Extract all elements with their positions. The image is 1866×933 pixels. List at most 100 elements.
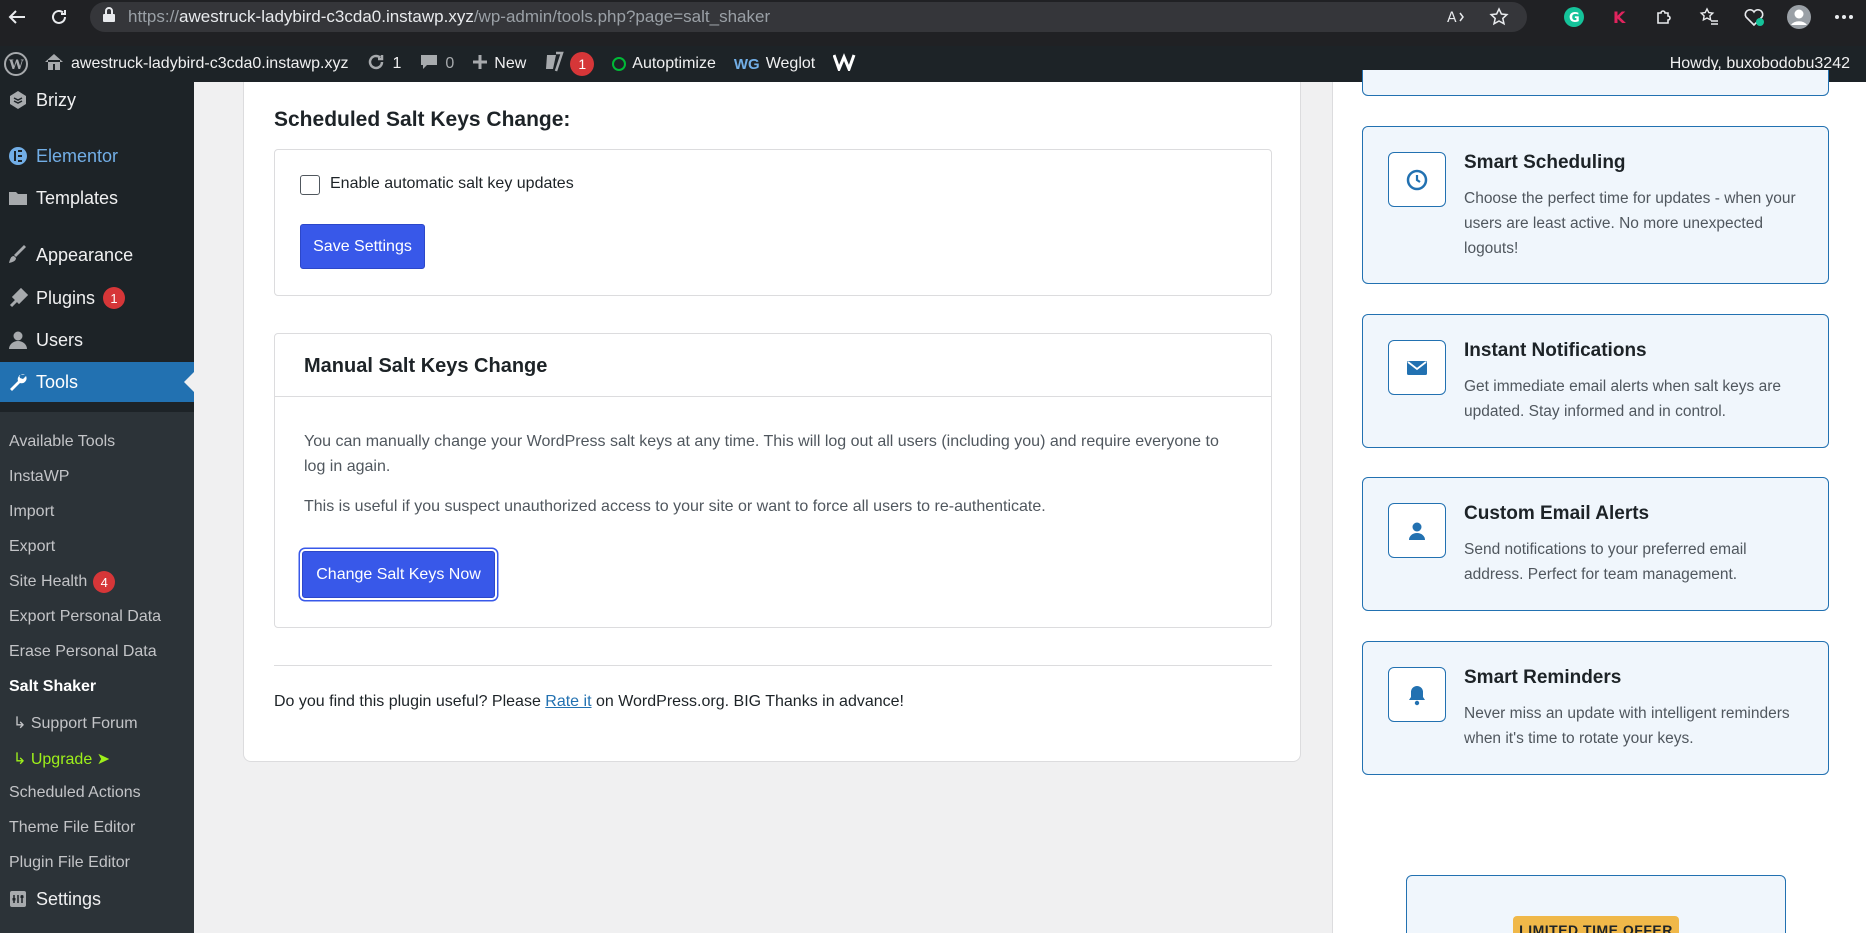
- submenu-plugin-file-editor[interactable]: Plugin File Editor: [9, 854, 130, 872]
- submenu-site-health[interactable]: Site Health 4: [9, 571, 116, 593]
- sidebar-item-appearance[interactable]: Appearance: [0, 235, 194, 275]
- manual-section-title: Manual Salt Keys Change: [304, 355, 548, 377]
- wp-logo-icon[interactable]: W: [0, 46, 34, 82]
- svg-text:A: A: [1447, 10, 1457, 26]
- save-settings-button[interactable]: Save Settings: [300, 224, 425, 269]
- address-bar[interactable]: https://awestruck-ladybird-c3cda0.instaw…: [90, 2, 1527, 32]
- sidebar-item-templates[interactable]: Templates: [0, 178, 194, 218]
- profile-avatar-icon[interactable]: [1776, 0, 1821, 34]
- manual-box-header: Manual Salt Keys Change: [275, 334, 1271, 397]
- sidebar-item-settings[interactable]: Settings: [0, 879, 194, 919]
- folder-icon: [0, 189, 36, 207]
- comments-link[interactable]: 0: [410, 46, 463, 82]
- upgrade-offer-card: LIMITED TIME OFFER: [1406, 875, 1786, 933]
- weglot-label: Weglot: [765, 55, 816, 72]
- back-button[interactable]: [0, 0, 34, 34]
- envelope-icon: [1388, 340, 1446, 395]
- svg-text:W: W: [8, 58, 24, 73]
- w-brand-link[interactable]: [824, 46, 868, 82]
- feature-description: Send notifications to your preferred ema…: [1464, 541, 1747, 583]
- sidebar-item-brizy[interactable]: Brizy: [0, 80, 194, 120]
- submenu-instawp[interactable]: InstaWP: [9, 468, 69, 486]
- status-dot-icon: [612, 57, 627, 71]
- feature-title: Smart Reminders: [1464, 667, 1622, 688]
- change-salt-keys-button[interactable]: Change Salt Keys Now: [302, 551, 495, 598]
- submenu-import[interactable]: Import: [9, 503, 54, 521]
- feature-description: Choose the perfect time for updates - wh…: [1464, 190, 1796, 257]
- submenu-scheduled-actions[interactable]: Scheduled Actions: [9, 784, 141, 802]
- kaspersky-icon[interactable]: K: [1596, 0, 1641, 34]
- active-indicator: [184, 372, 194, 392]
- sidebar-item-label: Templates: [36, 187, 119, 208]
- plugins-update-badge: 1: [103, 287, 126, 309]
- submenu-erase-personal-data[interactable]: Erase Personal Data: [9, 643, 157, 661]
- sidebar-item-elementor[interactable]: Elementor: [0, 136, 194, 176]
- scheduled-section-title: Scheduled Salt Keys Change:: [274, 108, 571, 131]
- feature-card-instant-notifications: Instant Notifications Get immediate emai…: [1362, 314, 1829, 448]
- sidebar-item-label: Appearance: [36, 244, 134, 265]
- submenu-export[interactable]: Export: [9, 538, 55, 556]
- feature-title: Smart Scheduling: [1464, 152, 1626, 173]
- submenu-upgrade[interactable]: ↳ Upgrade ➤: [13, 749, 110, 769]
- brush-icon: [0, 245, 36, 265]
- more-menu-icon[interactable]: [1821, 0, 1866, 34]
- extensions-area: G K: [1551, 0, 1866, 34]
- submenu-salt-shaker[interactable]: Salt Shaker: [9, 678, 96, 696]
- updates-link[interactable]: 1: [357, 46, 410, 82]
- browser-essentials-icon[interactable]: [1731, 0, 1776, 34]
- sidebar-item-label: Brizy: [36, 89, 76, 110]
- sidebar-item-users[interactable]: Users: [0, 320, 194, 360]
- grammarly-icon[interactable]: G: [1551, 0, 1596, 34]
- wrench-icon: [0, 372, 36, 392]
- content-divider: [274, 665, 1272, 666]
- feature-description: Never miss an update with intelligent re…: [1464, 705, 1790, 747]
- yoast-badge: 1: [570, 52, 595, 76]
- feature-title: Instant Notifications: [1464, 340, 1647, 361]
- feature-card-partial: [1362, 70, 1829, 96]
- new-content-link[interactable]: New: [463, 46, 535, 82]
- tools-submenu: Available Tools InstaWP Import Export Si…: [0, 412, 194, 933]
- sidebar-item-tools[interactable]: Tools: [0, 362, 194, 402]
- auto-update-checkbox[interactable]: [300, 175, 320, 195]
- favorites-list-icon[interactable]: [1686, 0, 1731, 34]
- weglot-link[interactable]: WG Weglot: [725, 46, 824, 82]
- browser-gap: [0, 34, 1866, 46]
- feature-title: Custom Email Alerts: [1464, 503, 1650, 524]
- read-aloud-icon[interactable]: A: [1447, 8, 1467, 31]
- sidebar-item-label: Settings: [36, 888, 102, 909]
- sidebar-item-plugins[interactable]: Plugins 1: [0, 278, 194, 318]
- scheduled-settings-box: [274, 149, 1272, 296]
- autoptimize-label: Autoptimize: [632, 55, 716, 72]
- updates-count: 1: [392, 55, 402, 72]
- comments-count: 0: [445, 55, 455, 72]
- favorite-star-icon[interactable]: [1489, 7, 1509, 32]
- autoptimize-link[interactable]: Autoptimize: [603, 46, 725, 82]
- auto-update-label[interactable]: Enable automatic salt key updates: [330, 175, 574, 193]
- feature-description: Get immediate email alerts when salt key…: [1464, 378, 1782, 420]
- svg-text:K: K: [1613, 8, 1626, 27]
- submenu-theme-file-editor[interactable]: Theme File Editor: [9, 819, 135, 837]
- site-name-link[interactable]: awestruck-ladybird-c3cda0.instawp.xyz: [34, 46, 357, 82]
- submenu-support-forum[interactable]: ↳ Support Forum: [13, 713, 138, 733]
- plugin-icon: [0, 288, 36, 308]
- clock-icon: [1388, 152, 1446, 207]
- plus-icon: [472, 54, 488, 75]
- submenu-available-tools[interactable]: Available Tools: [9, 433, 115, 451]
- submenu-export-personal-data[interactable]: Export Personal Data: [9, 608, 161, 626]
- site-health-badge: 4: [93, 571, 116, 593]
- extensions-puzzle-icon[interactable]: [1641, 0, 1686, 34]
- yoast-icon: [544, 51, 565, 78]
- feature-card-custom-email-alerts: Custom Email Alerts Send notifications t…: [1362, 477, 1829, 611]
- limited-offer-badge: LIMITED TIME OFFER: [1513, 916, 1679, 933]
- site-name: awestruck-ladybird-c3cda0.instawp.xyz: [71, 55, 349, 72]
- reload-button[interactable]: [42, 0, 76, 34]
- home-icon: [43, 52, 65, 77]
- elementor-icon: [0, 146, 36, 166]
- sidebar-item-label: Tools: [36, 371, 79, 392]
- new-label: New: [494, 55, 527, 72]
- feature-card-smart-scheduling: Smart Scheduling Choose the perfect time…: [1362, 126, 1829, 284]
- browser-toolbar: https://awestruck-ladybird-c3cda0.instaw…: [0, 0, 1866, 34]
- rate-it-link[interactable]: Rate it: [545, 693, 591, 710]
- yoast-link[interactable]: 1: [535, 46, 603, 82]
- feature-card-smart-reminders: Smart Reminders Never miss an update wit…: [1362, 641, 1829, 775]
